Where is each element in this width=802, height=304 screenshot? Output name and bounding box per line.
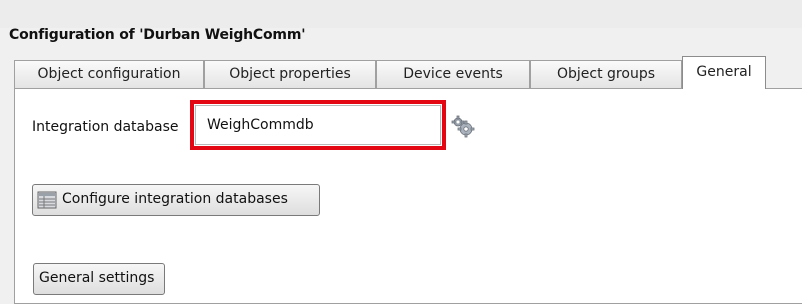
tab-bar: Object configuration Object properties D… (14, 56, 802, 89)
window-top-strip (0, 0, 802, 28)
tab-object-groups[interactable]: Object groups (530, 60, 682, 88)
window-title: Configuration of 'Durban WeighComm' (9, 27, 306, 43)
configure-integration-databases-button[interactable]: Configure integration databases (32, 184, 320, 216)
gear-icon[interactable] (451, 114, 475, 138)
tab-object-configuration[interactable]: Object configuration (14, 60, 204, 88)
database-icon (37, 190, 57, 210)
integration-database-field[interactable]: WeighCommdb (195, 105, 441, 145)
general-settings-button[interactable]: General settings (33, 263, 165, 295)
tab-general[interactable]: General (682, 56, 766, 89)
general-settings-label: General settings (39, 270, 155, 286)
tab-device-events[interactable]: Device events (376, 60, 530, 88)
tab-object-properties[interactable]: Object properties (204, 60, 376, 88)
configure-integration-databases-label: Configure integration databases (62, 191, 288, 207)
general-tab-panel: Integration database WeighCommdb Configu… (14, 88, 802, 304)
integration-database-label: Integration database (32, 119, 179, 135)
